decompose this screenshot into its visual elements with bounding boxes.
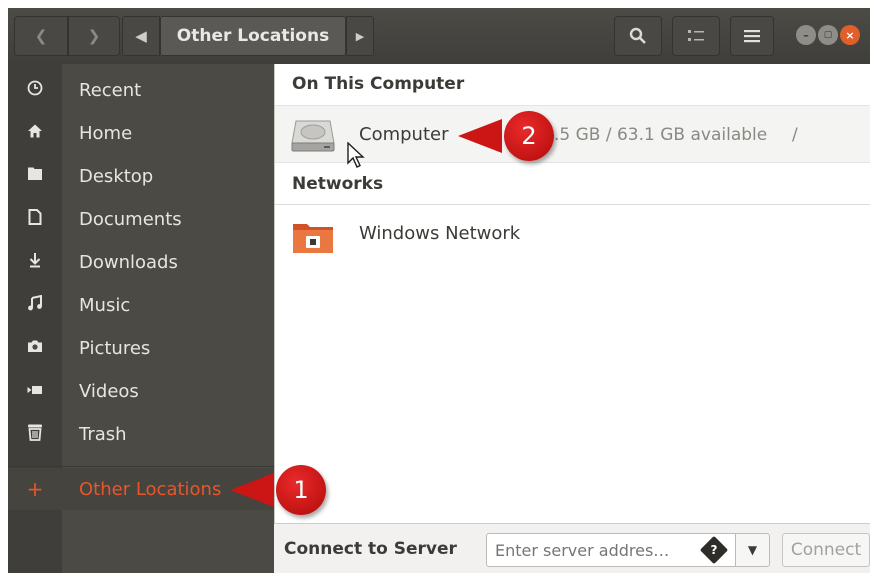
sidebar-item-label: Videos (79, 380, 139, 402)
clock-icon (22, 80, 48, 101)
sidebar-item-label: Home (79, 122, 133, 144)
sidebar-item-label: Pictures (79, 337, 151, 359)
sidebar-item-label: Recent (79, 79, 142, 101)
sidebar-item-label: Music (79, 294, 131, 316)
location-mount-path: / (792, 125, 798, 145)
maximize-button[interactable]: ▢ (818, 25, 838, 45)
sidebar-item-videos[interactable]: Videos (8, 371, 274, 411)
search-icon (629, 27, 646, 44)
folder-icon (22, 166, 48, 186)
callout-number: 2 (504, 111, 554, 161)
minimize-button[interactable]: – (796, 25, 816, 45)
sidebar-item-label: Other Locations (79, 478, 222, 500)
close-button[interactable]: × (840, 25, 860, 45)
location-capacity: .5 GB / 63.1 GB available (554, 125, 768, 145)
sidebar-item-label: Desktop (79, 165, 154, 187)
connect-to-server-bar: Connect to Server ? ▼ Connect (274, 523, 870, 573)
left-arrow-icon: ◀ (135, 27, 147, 45)
hard-drive-icon (290, 119, 336, 157)
sidebar-item-label: Trash (79, 423, 127, 445)
view-list-icon (688, 30, 704, 41)
sidebar-item-label: Documents (79, 208, 182, 230)
server-address-input[interactable] (486, 533, 736, 567)
section-heading-on-this-computer: On This Computer (292, 74, 465, 94)
forward-button[interactable]: ❯ (68, 16, 120, 56)
minimize-icon: – (803, 28, 809, 42)
header-bar: ❮ ❯ ◀ Other Locations ▶ – ▢ × (8, 8, 870, 64)
location-label-computer: Computer (359, 124, 449, 145)
plus-icon: + (26, 477, 44, 501)
video-icon (22, 381, 48, 401)
sidebar-item-documents[interactable]: Documents (8, 199, 274, 239)
camera-icon (22, 338, 48, 358)
menu-button[interactable] (730, 16, 774, 56)
sidebar-item-desktop[interactable]: Desktop (8, 156, 274, 196)
help-icon[interactable]: ? (699, 535, 729, 565)
sidebar-item-pictures[interactable]: Pictures (8, 328, 274, 368)
path-scroll-right-button[interactable]: ▶ (346, 16, 374, 56)
right-arrow-icon: ▶ (355, 29, 365, 43)
menu-icon (744, 30, 760, 43)
sidebar-item-label: Downloads (79, 251, 178, 273)
music-icon (22, 294, 48, 316)
breadcrumb-label: Other Locations (176, 26, 330, 46)
recent-servers-dropdown-button[interactable]: ▼ (736, 533, 770, 567)
view-toggle-button[interactable] (672, 16, 720, 56)
callout-number: 1 (276, 465, 326, 515)
document-icon (22, 208, 48, 230)
location-row-windows-network[interactable]: Windows Network (275, 205, 870, 263)
callout-2: 2 (458, 111, 554, 161)
home-icon (22, 123, 48, 144)
network-folder-icon (292, 218, 334, 258)
section-heading-networks: Networks (292, 174, 384, 194)
maximize-icon: ▢ (823, 30, 833, 40)
breadcrumb[interactable]: Other Locations (160, 16, 346, 56)
back-icon: ❮ (34, 27, 48, 45)
forward-icon: ❯ (87, 27, 101, 45)
connect-to-server-label: Connect to Server (284, 539, 457, 559)
download-icon (22, 252, 48, 273)
connect-button[interactable]: Connect (782, 533, 870, 567)
trash-icon (22, 423, 48, 446)
locations-pane: On This Computer Computer .5 GB / 63.1 G… (274, 64, 870, 573)
sidebar-item-home[interactable]: Home (8, 113, 274, 153)
location-label-windows-network: Windows Network (359, 223, 521, 244)
close-icon: × (845, 28, 855, 42)
path-scroll-left-button[interactable]: ◀ (122, 16, 160, 56)
callout-1: 1 (230, 465, 326, 515)
mouse-cursor-icon (347, 141, 365, 172)
chevron-down-icon: ▼ (747, 543, 758, 557)
sidebar-item-music[interactable]: Music (8, 285, 274, 325)
back-button[interactable]: ❮ (14, 16, 68, 56)
sidebar-item-downloads[interactable]: Downloads (8, 242, 274, 282)
callout-pointer (230, 473, 274, 507)
search-button[interactable] (614, 16, 662, 56)
callout-pointer (458, 119, 502, 153)
sidebar-item-trash[interactable]: Trash (8, 414, 274, 454)
sidebar-item-recent[interactable]: Recent (8, 70, 274, 110)
